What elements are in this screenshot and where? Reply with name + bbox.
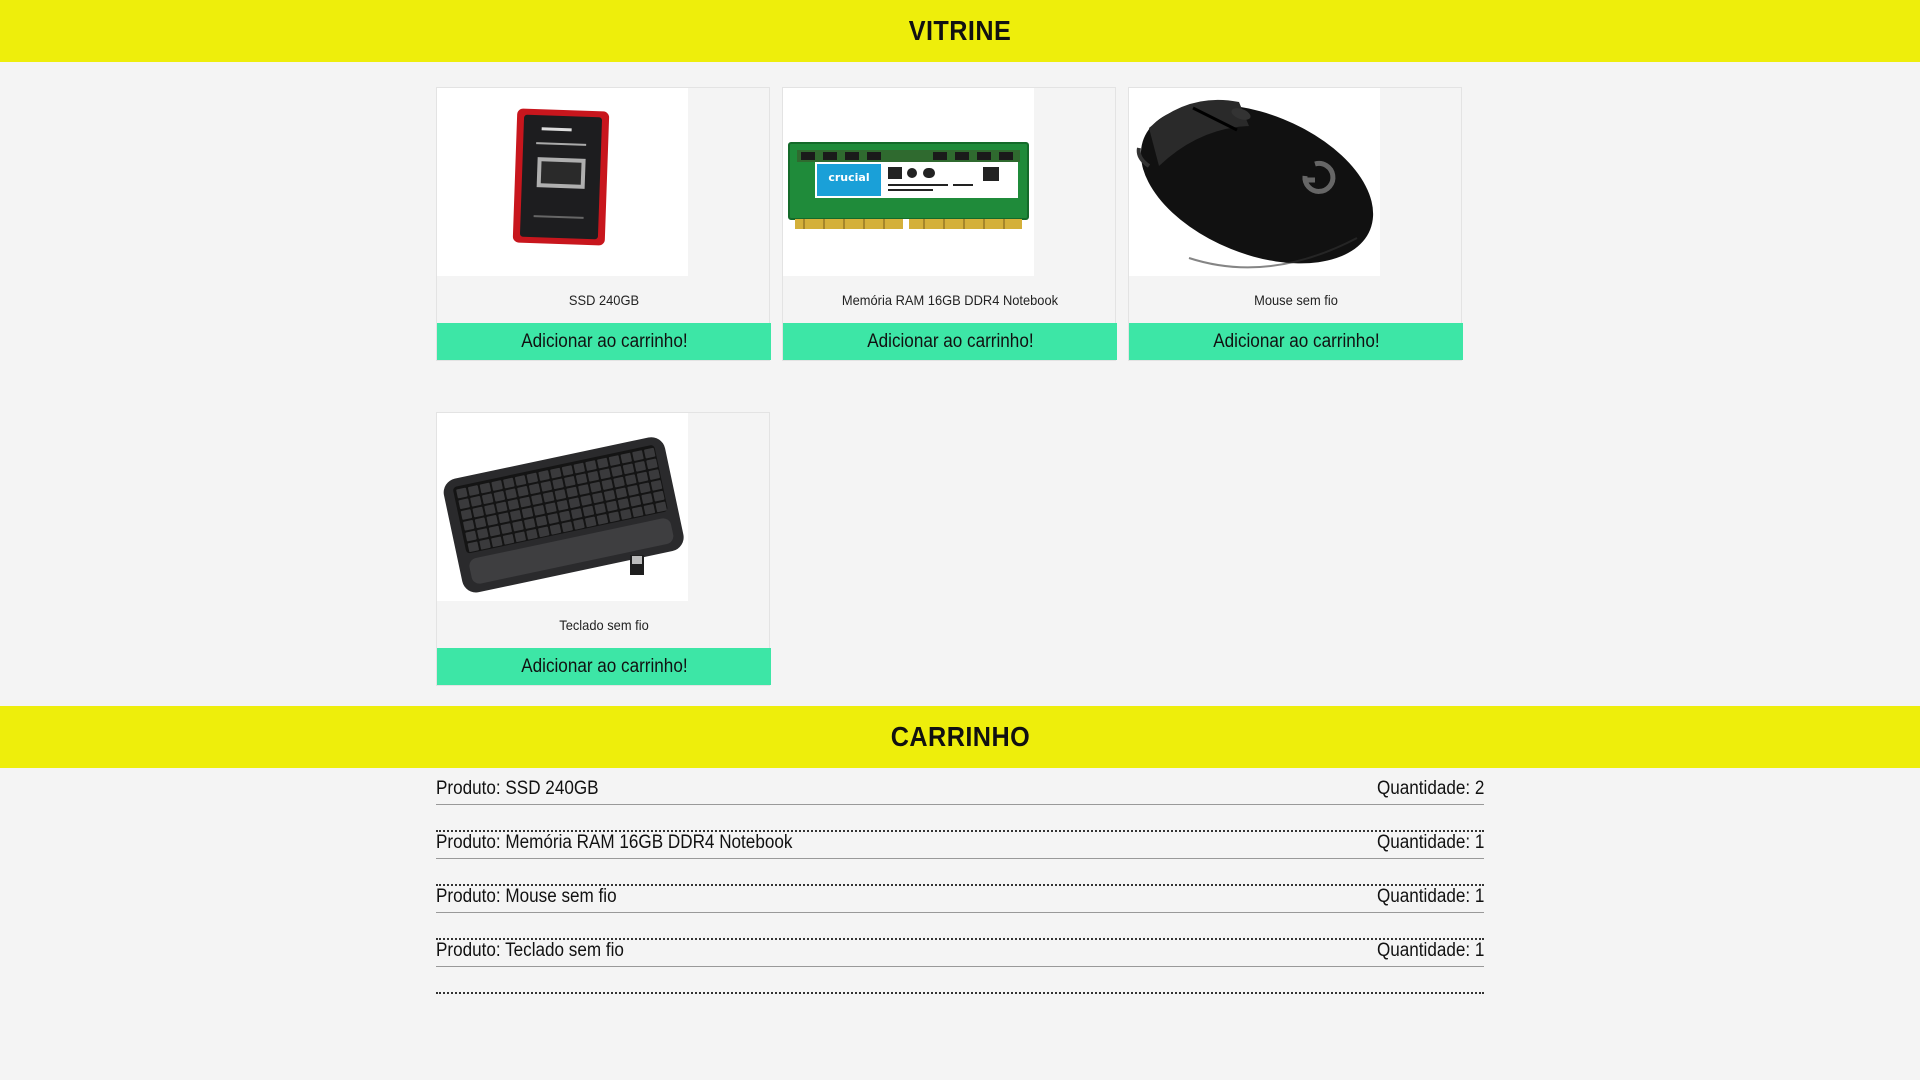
cart-item-product: Produto: Memória RAM 16GB DDR4 Notebook (436, 832, 793, 853)
product-name: Teclado sem fio (559, 617, 649, 633)
product-name: Memória RAM 16GB DDR4 Notebook (841, 292, 1059, 308)
row-divider (436, 912, 1484, 913)
product-card: Mouse sem fio Adicionar ao carrinho! (1128, 87, 1463, 361)
ssd-image (437, 88, 688, 276)
product-card: crucial Memória RAM 16GB DDR4 Notebook A… (782, 87, 1117, 361)
ram-image: crucial (783, 88, 1034, 276)
add-to-cart-label: Adicionar ao carrinho! (866, 330, 1034, 352)
add-to-cart-button[interactable]: Adicionar ao carrinho! (1129, 323, 1463, 360)
cart-item-quantity: Quantidade: 2 (1376, 778, 1484, 799)
keyboard-image (437, 413, 688, 601)
cart-list: Produto: SSD 240GB Quantidade: 2 Produto… (436, 778, 1484, 994)
vitrine-title: VITRINE (908, 15, 1012, 46)
cart-item-quantity: Quantidade: 1 (1376, 886, 1484, 907)
cart-item: Produto: SSD 240GB Quantidade: 2 (436, 778, 1484, 832)
row-divider (436, 858, 1484, 859)
cart-item-product: Produto: Teclado sem fio (436, 940, 624, 961)
cart-item: Produto: Mouse sem fio Quantidade: 1 (436, 886, 1484, 940)
cart-item: Produto: Teclado sem fio Quantidade: 1 (436, 940, 1484, 994)
cart-item: Produto: Memória RAM 16GB DDR4 Notebook … (436, 832, 1484, 886)
product-name: SSD 240GB (568, 292, 640, 308)
product-name: Mouse sem fio (1254, 292, 1338, 308)
svg-text:crucial: crucial (828, 171, 869, 184)
cart-item-quantity: Quantidade: 1 (1376, 832, 1484, 853)
product-card: SSD 240GB Adicionar ao carrinho! (436, 87, 771, 361)
vitrine-header: VITRINE (0, 0, 1920, 62)
row-divider (436, 966, 1484, 967)
product-card: Teclado sem fio Adicionar ao carrinho! (436, 412, 771, 686)
add-to-cart-label: Adicionar ao carrinho! (1212, 330, 1380, 352)
add-to-cart-label: Adicionar ao carrinho! (520, 655, 688, 677)
add-to-cart-button[interactable]: Adicionar ao carrinho! (783, 323, 1117, 360)
cart-item-product: Produto: Mouse sem fio (436, 886, 617, 907)
add-to-cart-label: Adicionar ao carrinho! (520, 330, 688, 352)
cart-item-product: Produto: SSD 240GB (436, 778, 599, 799)
add-to-cart-button[interactable]: Adicionar ao carrinho! (437, 648, 771, 685)
row-divider (436, 804, 1484, 805)
add-to-cart-button[interactable]: Adicionar ao carrinho! (437, 323, 771, 360)
carrinho-header: CARRINHO (0, 706, 1920, 768)
carrinho-title: CARRINHO (890, 721, 1030, 752)
mouse-image (1129, 88, 1380, 276)
cart-item-quantity: Quantidade: 1 (1376, 940, 1484, 961)
